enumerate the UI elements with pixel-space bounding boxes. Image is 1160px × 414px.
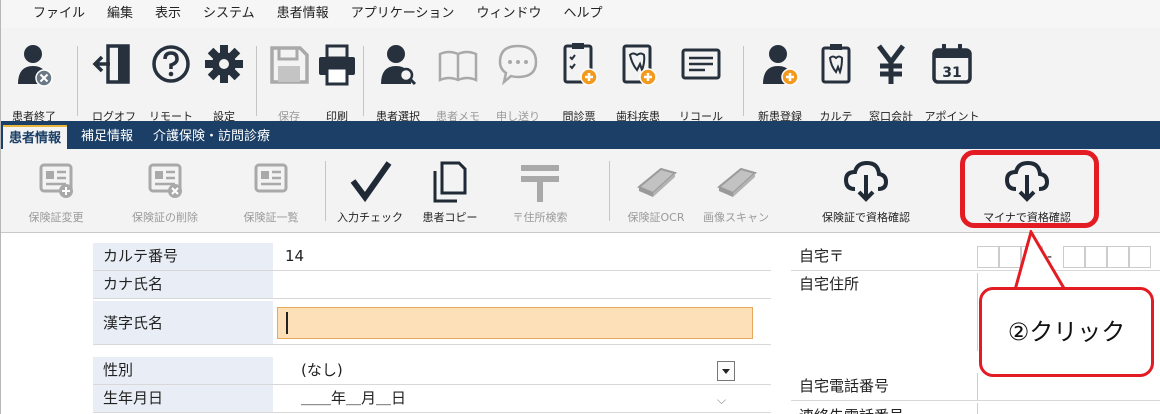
menu-patient-info[interactable]: 患者情報 (266, 0, 340, 28)
copy-icon (433, 161, 467, 203)
contact-phone-row: 連絡先電話番号 (791, 403, 1160, 414)
tooth-chart-icon (821, 44, 851, 84)
contact-phone-field[interactable] (977, 403, 1160, 414)
kana-name-field[interactable] (277, 271, 767, 298)
card-edit-icon (39, 163, 73, 198)
home-phone-label: 自宅電話番号 (799, 377, 890, 395)
card-list-icon (254, 163, 288, 193)
postal-address-search-label: 〒住所検索 (512, 211, 568, 224)
tab-supplementary-info[interactable]: 補足情報 (75, 125, 139, 149)
gender-dropdown-button[interactable] (717, 361, 735, 381)
birthdate-row: 生年月日 ＿＿年＿月＿日 ⌵ (93, 385, 771, 413)
toolbar-separator (363, 46, 364, 116)
menu-file[interactable]: ファイル (1, 0, 96, 28)
menu-edit[interactable]: 編集 (96, 0, 144, 28)
yen-icon (877, 44, 905, 84)
app-window: ファイル 編集 表示 システム 患者情報 アプリケーション ウィンドウ ヘルプ … (0, 0, 1160, 414)
toolbar-separator (743, 46, 744, 116)
subtoolbar-separator (609, 161, 610, 221)
printer-icon (319, 44, 355, 86)
qualification-check-by-insurance-card-label: 保険証で資格確認 (822, 211, 910, 224)
tab-care-insurance[interactable]: 介護保険・訪問診療 (147, 125, 276, 149)
insurance-card-ocr-button[interactable]: 保険証OCR (615, 149, 697, 233)
image-scan-button[interactable]: 画像スキャン (697, 149, 775, 233)
menu-system[interactable]: システム (192, 0, 266, 28)
menu-bar: ファイル 編集 表示 システム 患者情報 アプリケーション ウィンドウ ヘルプ (1, 0, 1160, 28)
patient-close-icon (18, 45, 53, 87)
gender-select[interactable]: (なし) (293, 357, 703, 384)
patient-copy-label: 患者コピー (422, 211, 478, 224)
gear-icon (205, 45, 243, 83)
cloud-download-icon (843, 160, 889, 202)
calendar-icon: 31 (932, 44, 972, 84)
kanji-name-input[interactable] (277, 307, 753, 339)
menu-application[interactable]: アプリケーション (340, 0, 466, 28)
scanner-icon (717, 167, 758, 197)
input-check-label: 入力チェック (337, 211, 403, 224)
card-delete-icon (148, 163, 182, 198)
questionnaire-icon (563, 43, 598, 86)
highlight-frame (960, 150, 1099, 228)
postal-address-search-button[interactable]: 〒住所検索 (489, 149, 591, 233)
postal-mark-icon (521, 165, 559, 202)
home-postal-label: 自宅〒 (799, 247, 845, 265)
insurance-card-change-button[interactable]: 保険証変更 (1, 149, 111, 233)
scanner-icon (637, 167, 678, 197)
home-phone-field[interactable] (977, 373, 1160, 400)
book-icon (438, 50, 478, 82)
remote-help-icon (152, 45, 190, 83)
text-cursor (286, 312, 288, 334)
insurance-card-list-label: 保険証一覧 (243, 211, 299, 224)
tab-bar: 患者情報 補足情報 介護保険・訪問診療 (1, 121, 1160, 149)
home-address-label: 自宅住所 (799, 275, 860, 293)
tab-patient-info[interactable]: 患者情報 (3, 125, 68, 149)
callout-pointer (1013, 230, 1067, 290)
home-postal-row: 自宅〒 - (791, 243, 1160, 271)
subtoolbar-separator (325, 161, 326, 221)
home-phone-row: 自宅電話番号 (791, 373, 1160, 401)
kana-name-row: カナ氏名 (93, 271, 771, 299)
insurance-card-delete-label: 保険証の削除 (132, 211, 198, 224)
callout-bubble: ②クリック (979, 287, 1154, 377)
chevron-down-icon[interactable]: ⌵ (717, 393, 726, 408)
karte-number-label: カルテ番号 (93, 243, 273, 270)
qualification-check-by-insurance-card-button[interactable]: 保険証で資格確認 (775, 149, 957, 233)
patient-search-icon (381, 45, 417, 86)
birthdate-label: 生年月日 (93, 385, 273, 412)
chat-bubble-icon (498, 44, 538, 86)
patient-copy-button[interactable]: 患者コピー (411, 149, 489, 233)
chevron-down-icon (722, 369, 730, 374)
dental-disease-icon (622, 44, 657, 86)
kana-name-label: カナ氏名 (93, 271, 273, 298)
logoff-icon (92, 44, 130, 84)
calendar-day: 31 (942, 65, 961, 81)
save-icon (270, 46, 309, 84)
gender-label: 性別 (93, 357, 273, 384)
gender-row: 性別 (なし) (93, 357, 771, 385)
karte-number-row: カルテ番号 14 (93, 243, 771, 271)
birthdate-field[interactable]: ＿＿年＿月＿日 (293, 385, 593, 412)
toolbar-separator (256, 46, 257, 116)
menu-help[interactable]: ヘルプ (552, 0, 613, 28)
recall-card-icon (681, 48, 721, 80)
karte-number-field[interactable]: 14 (277, 243, 767, 270)
contact-phone-label: 連絡先電話番号 (791, 403, 971, 414)
image-scan-label: 画像スキャン (703, 211, 769, 224)
kanji-name-label: 漢字氏名 (93, 301, 273, 344)
menu-view[interactable]: 表示 (144, 0, 192, 28)
insurance-card-list-button[interactable]: 保険証一覧 (219, 149, 323, 233)
insurance-card-ocr-label: 保険証OCR (627, 211, 685, 224)
insurance-card-change-label: 保険証変更 (28, 211, 84, 224)
new-patient-icon (763, 45, 799, 86)
input-check-button[interactable]: 入力チェック (329, 149, 411, 233)
insurance-card-delete-button[interactable]: 保険証の削除 (111, 149, 219, 233)
toolbar-separator (77, 46, 78, 116)
menu-window[interactable]: ウィンドウ (465, 0, 552, 28)
checkmark-icon (350, 161, 392, 203)
kanji-name-row: 漢字氏名 (93, 301, 771, 345)
